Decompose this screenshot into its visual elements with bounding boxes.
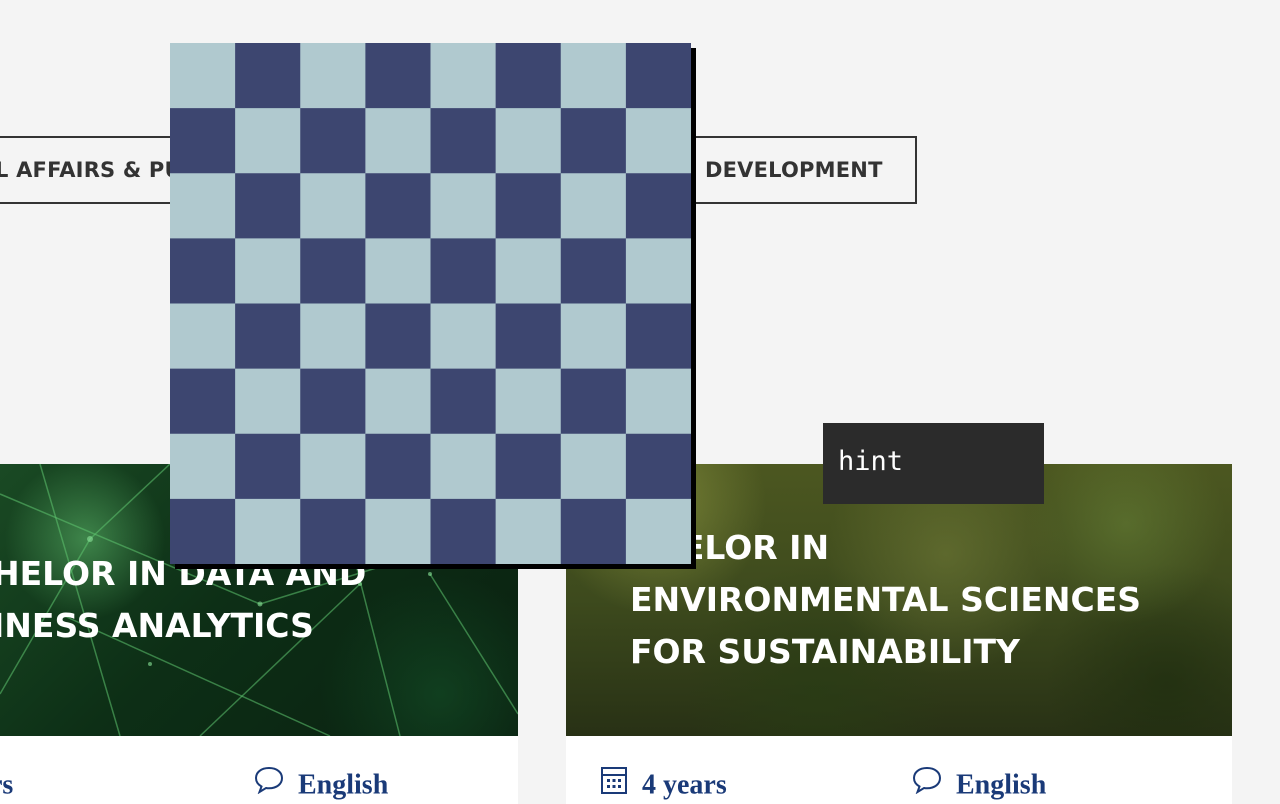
board-square (430, 498, 497, 564)
board-square (170, 108, 236, 174)
program-duration: rs (0, 764, 13, 804)
board-square (300, 433, 366, 500)
board-square (235, 498, 301, 564)
board-square (235, 238, 301, 305)
program-language: English (912, 764, 1046, 804)
board-square (495, 303, 562, 370)
board-square (300, 108, 366, 174)
board-square (495, 173, 562, 239)
board-square (365, 108, 432, 174)
board-square (625, 43, 691, 109)
program-title-line: ENVIRONMENTAL SCIENCES (630, 580, 1142, 619)
board-square (430, 368, 497, 435)
program-duration-value: 4 years (642, 769, 727, 801)
board-square (625, 498, 691, 564)
program-title-line: FOR SUSTAINABILITY (630, 632, 1020, 671)
board-square (430, 238, 497, 305)
board-square (170, 498, 236, 564)
board-square (560, 498, 627, 564)
board-square (495, 368, 562, 435)
board-square (560, 368, 627, 435)
board-square (300, 173, 366, 239)
board-square (560, 433, 627, 500)
board-square (235, 433, 301, 500)
board-square (430, 173, 497, 239)
board-square (625, 303, 691, 370)
board-square (300, 498, 366, 564)
board-square (430, 433, 497, 500)
board-square (365, 433, 432, 500)
board-square (365, 498, 432, 564)
program-language-value: English (298, 769, 389, 801)
filter-chip-label: L AFFAIRS & PU (0, 158, 182, 182)
board-square (170, 43, 236, 109)
board-square (235, 173, 301, 239)
board-square (430, 108, 497, 174)
program-title-line: INESS ANALYTICS (0, 606, 314, 645)
board-square (625, 368, 691, 435)
board-square (300, 238, 366, 305)
board-square (365, 173, 432, 239)
board-square (560, 108, 627, 174)
board-square (495, 498, 562, 564)
board-square (170, 433, 236, 500)
board-square (560, 43, 627, 109)
board-square (235, 303, 301, 370)
program-language-value: English (956, 769, 1047, 801)
speech-bubble-icon (254, 766, 284, 804)
board-square (235, 368, 301, 435)
board-square (625, 238, 691, 305)
board-square (300, 43, 366, 109)
board-square (300, 368, 366, 435)
board-square (560, 303, 627, 370)
board-square (170, 238, 236, 305)
board-square (560, 238, 627, 305)
hint-text: hint (838, 446, 904, 477)
board-square (235, 43, 301, 109)
board-square (495, 238, 562, 305)
board-square (300, 303, 366, 370)
speech-bubble-icon (912, 766, 942, 804)
program-duration-value: rs (0, 769, 14, 801)
filter-chip-label: DEVELOPMENT (705, 158, 883, 182)
board-square (495, 43, 562, 109)
board-square (625, 173, 691, 239)
board-square (170, 303, 236, 370)
board-square (170, 173, 236, 239)
board-square (365, 303, 432, 370)
board-square (235, 108, 301, 174)
program-language: English (254, 764, 388, 804)
board-square (365, 368, 432, 435)
board-square (625, 433, 691, 500)
board-square (625, 108, 691, 174)
board-square (495, 108, 562, 174)
board-square (365, 43, 432, 109)
board-square (365, 238, 432, 305)
board-square (430, 303, 497, 370)
checkerboard-overlay (170, 43, 691, 564)
board-square (560, 173, 627, 239)
program-title[interactable]: CHELOR IN ENVIRONMENTAL SCIENCES FOR SUS… (630, 522, 1141, 678)
board-square (495, 433, 562, 500)
board-square (170, 368, 236, 435)
hint-tooltip: hint (823, 423, 1044, 504)
board-square (430, 43, 497, 109)
calendar-icon (600, 765, 628, 804)
program-duration: 4 years (600, 764, 727, 804)
